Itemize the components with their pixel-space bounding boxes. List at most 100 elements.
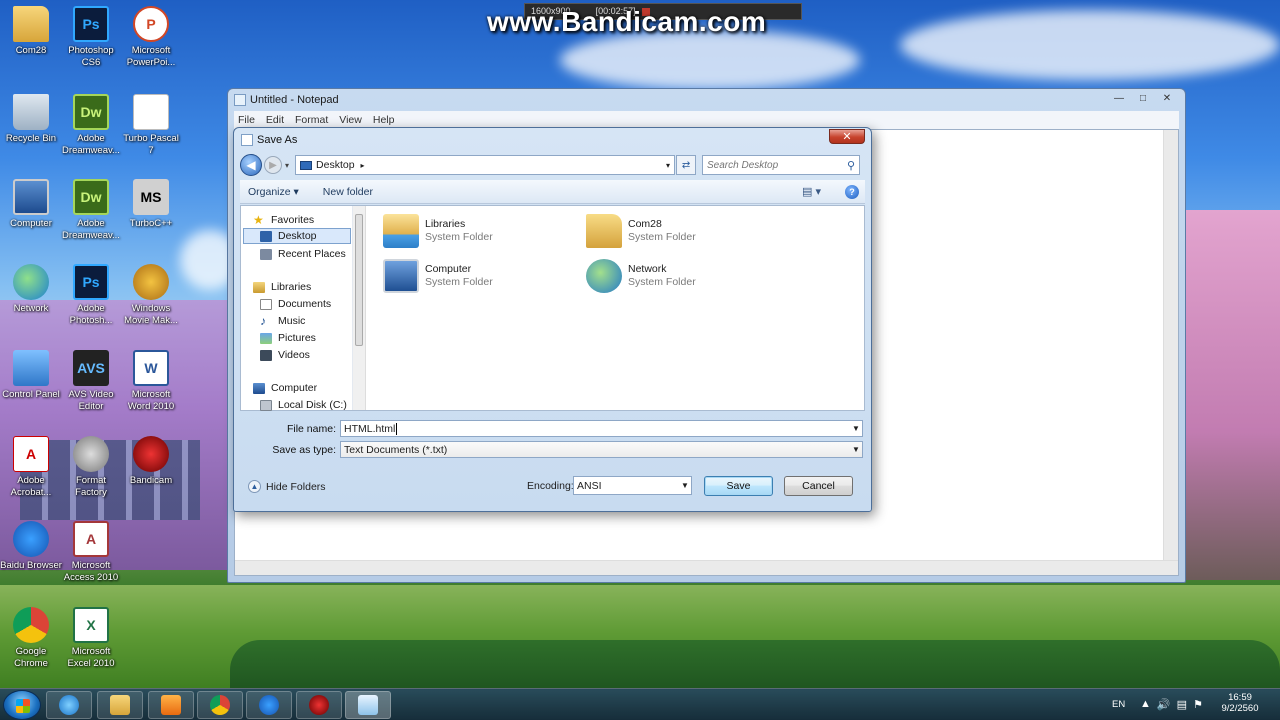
- file-item-computer[interactable]: Computer System Folder: [383, 259, 493, 293]
- file-item-com28[interactable]: Com28 System Folder: [586, 214, 696, 248]
- save-as-type-select[interactable]: Text Documents (*.txt) ▼: [340, 441, 863, 458]
- tree-desktop[interactable]: Desktop: [243, 228, 351, 244]
- file-item-network[interactable]: Network System Folder: [586, 259, 696, 293]
- menu-edit[interactable]: Edit: [266, 114, 284, 126]
- desktop-icon-acrobat[interactable]: A Adobe Acrobat...: [0, 436, 62, 499]
- cancel-button[interactable]: Cancel: [784, 476, 853, 496]
- file-item-text: Com28 System Folder: [628, 218, 696, 244]
- tree-recent-places[interactable]: Recent Places: [260, 246, 346, 262]
- tree-computer[interactable]: Computer: [253, 380, 317, 396]
- start-button[interactable]: [3, 690, 41, 720]
- baidu-browser-icon: [259, 695, 279, 715]
- menu-view[interactable]: View: [339, 114, 362, 126]
- chrome-icon: [13, 607, 49, 643]
- menu-format[interactable]: Format: [295, 114, 328, 126]
- desktop-icon-turboc[interactable]: MS TurboC++: [120, 179, 182, 230]
- desktop-icon-format-factory[interactable]: Format Factory: [60, 436, 122, 499]
- address-crumb-desktop[interactable]: Desktop: [316, 159, 355, 171]
- forward-arrow-icon[interactable]: ▶: [264, 156, 282, 174]
- desktop-icon-word[interactable]: W Microsoft Word 2010: [120, 350, 182, 413]
- file-item-libraries[interactable]: Libraries System Folder: [383, 214, 493, 248]
- back-arrow-icon[interactable]: ◀: [240, 154, 262, 176]
- desktop-icon-movie-maker[interactable]: Windows Movie Mak...: [120, 264, 182, 327]
- chevron-down-icon[interactable]: ▼: [850, 424, 862, 433]
- dialog-close-button[interactable]: ✕: [829, 129, 865, 144]
- file-name-input[interactable]: HTML.html ▼: [340, 420, 863, 437]
- search-input[interactable]: [707, 159, 847, 171]
- close-button[interactable]: ✕: [1155, 90, 1179, 106]
- clock[interactable]: 16:59 9/2/2560: [1218, 692, 1262, 714]
- save-as-type-label: Save as type:: [272, 444, 336, 456]
- search-box[interactable]: ⚲: [702, 155, 861, 175]
- wallpaper-hedge: [230, 640, 1280, 690]
- horizontal-scrollbar[interactable]: [235, 560, 1178, 575]
- desktop-icon-excel[interactable]: X Microsoft Excel 2010: [60, 607, 122, 670]
- taskbar-explorer[interactable]: [97, 691, 143, 719]
- new-folder-button[interactable]: New folder: [323, 186, 373, 198]
- clock-date: 9/2/2560: [1221, 703, 1259, 714]
- network-tray-icon[interactable]: ▤: [1177, 698, 1187, 711]
- hide-folders-button[interactable]: ▲ Hide Folders: [248, 480, 326, 493]
- maximize-button[interactable]: □: [1131, 90, 1155, 106]
- tree-music[interactable]: ♪ Music: [260, 313, 305, 329]
- language-indicator[interactable]: EN: [1112, 699, 1125, 710]
- desktop-icon-dreamweaver[interactable]: Dw Adobe Dreamweav...: [60, 94, 122, 157]
- address-bar[interactable]: Desktop ▸ ▾: [295, 155, 676, 175]
- recent-pages-dropdown-icon[interactable]: ▾: [285, 161, 289, 170]
- tree-libraries[interactable]: Libraries: [253, 279, 311, 295]
- desktop-icon-recycle-bin[interactable]: Recycle Bin: [0, 94, 62, 145]
- tray-arrow-icon[interactable]: ▲: [1140, 698, 1151, 711]
- encoding-select[interactable]: ANSI ▼: [573, 476, 692, 495]
- menu-file[interactable]: File: [238, 114, 255, 126]
- navigation-pane-scrollbar[interactable]: [353, 206, 366, 410]
- taskbar-bandicam[interactable]: [296, 691, 342, 719]
- change-view-icon[interactable]: ▤ ▾: [802, 185, 821, 198]
- desktop-icon-computer[interactable]: Computer: [0, 179, 62, 230]
- chevron-down-icon[interactable]: ▾: [662, 161, 674, 170]
- desktop-icon-network[interactable]: Network: [0, 264, 62, 315]
- taskbar-notepad[interactable]: [345, 691, 391, 719]
- tree-pictures[interactable]: Pictures: [260, 330, 316, 346]
- desktop-icon-dreamweaver-2[interactable]: Dw Adobe Dreamweav...: [60, 179, 122, 242]
- help-icon[interactable]: ?: [845, 184, 859, 199]
- tree-local-disk[interactable]: Local Disk (C:): [260, 397, 347, 413]
- desktop-icon-powerpoint[interactable]: P Microsoft PowerPoi...: [120, 6, 182, 69]
- taskbar-internet-explorer[interactable]: [46, 691, 92, 719]
- volume-icon[interactable]: 🔊: [1157, 698, 1171, 711]
- wallpaper-cloud: [900, 10, 1280, 80]
- taskbar-baidu[interactable]: [246, 691, 292, 719]
- desktop-icon-com28[interactable]: Com28: [0, 6, 62, 57]
- organize-button[interactable]: Organize ▾: [248, 186, 299, 198]
- flag-icon[interactable]: ⚑: [1193, 698, 1203, 711]
- vertical-scrollbar[interactable]: [1163, 130, 1178, 560]
- chevron-down-icon[interactable]: ▼: [679, 481, 691, 490]
- format-factory-icon: [73, 436, 109, 472]
- desktop-icon-bandicam[interactable]: Bandicam: [120, 436, 182, 487]
- desktop-icon-photoshop-2[interactable]: Ps Adobe Photosh...: [60, 264, 122, 327]
- desktop-icon-baidu[interactable]: Baidu Browser: [0, 521, 62, 572]
- minimize-button[interactable]: —: [1107, 90, 1131, 106]
- crumb-separator-icon[interactable]: ▸: [361, 161, 365, 170]
- desktop-icon-control-panel[interactable]: Control Panel: [0, 350, 62, 401]
- desktop-icon-photoshop[interactable]: Ps Photoshop CS6: [60, 6, 122, 69]
- chevron-down-icon[interactable]: ▼: [850, 445, 862, 454]
- wallpaper-cloud: [560, 30, 860, 90]
- scrollbar-thumb[interactable]: [355, 214, 363, 346]
- menu-help[interactable]: Help: [373, 114, 395, 126]
- photoshop-icon: Ps: [73, 6, 109, 42]
- taskbar-chrome[interactable]: [197, 691, 243, 719]
- taskbar-media-player[interactable]: [148, 691, 194, 719]
- desktop-icon-access[interactable]: A Microsoft Access 2010: [60, 521, 122, 584]
- save-button[interactable]: Save: [704, 476, 773, 496]
- refresh-icon[interactable]: ⇄: [676, 155, 697, 175]
- search-icon[interactable]: ⚲: [847, 159, 855, 172]
- tree-documents[interactable]: Documents: [260, 296, 331, 312]
- desktop-icon-avs[interactable]: AVS AVS Video Editor: [60, 350, 122, 413]
- star-icon: ★: [253, 212, 264, 227]
- desktop-icon-turbo-pascal[interactable]: Turbo Pascal 7: [120, 94, 182, 157]
- save-as-dialog[interactable]: Save As ✕ ◀ ▶ ▾ Desktop ▸ ▾ ⇄ ⚲ Organize…: [233, 127, 872, 512]
- desktop-icon-chrome[interactable]: Google Chrome: [0, 607, 62, 670]
- tree-favorites[interactable]: ★ Favorites: [253, 212, 314, 228]
- tree-videos[interactable]: Videos: [260, 347, 310, 363]
- clock-time: 16:59: [1228, 692, 1252, 703]
